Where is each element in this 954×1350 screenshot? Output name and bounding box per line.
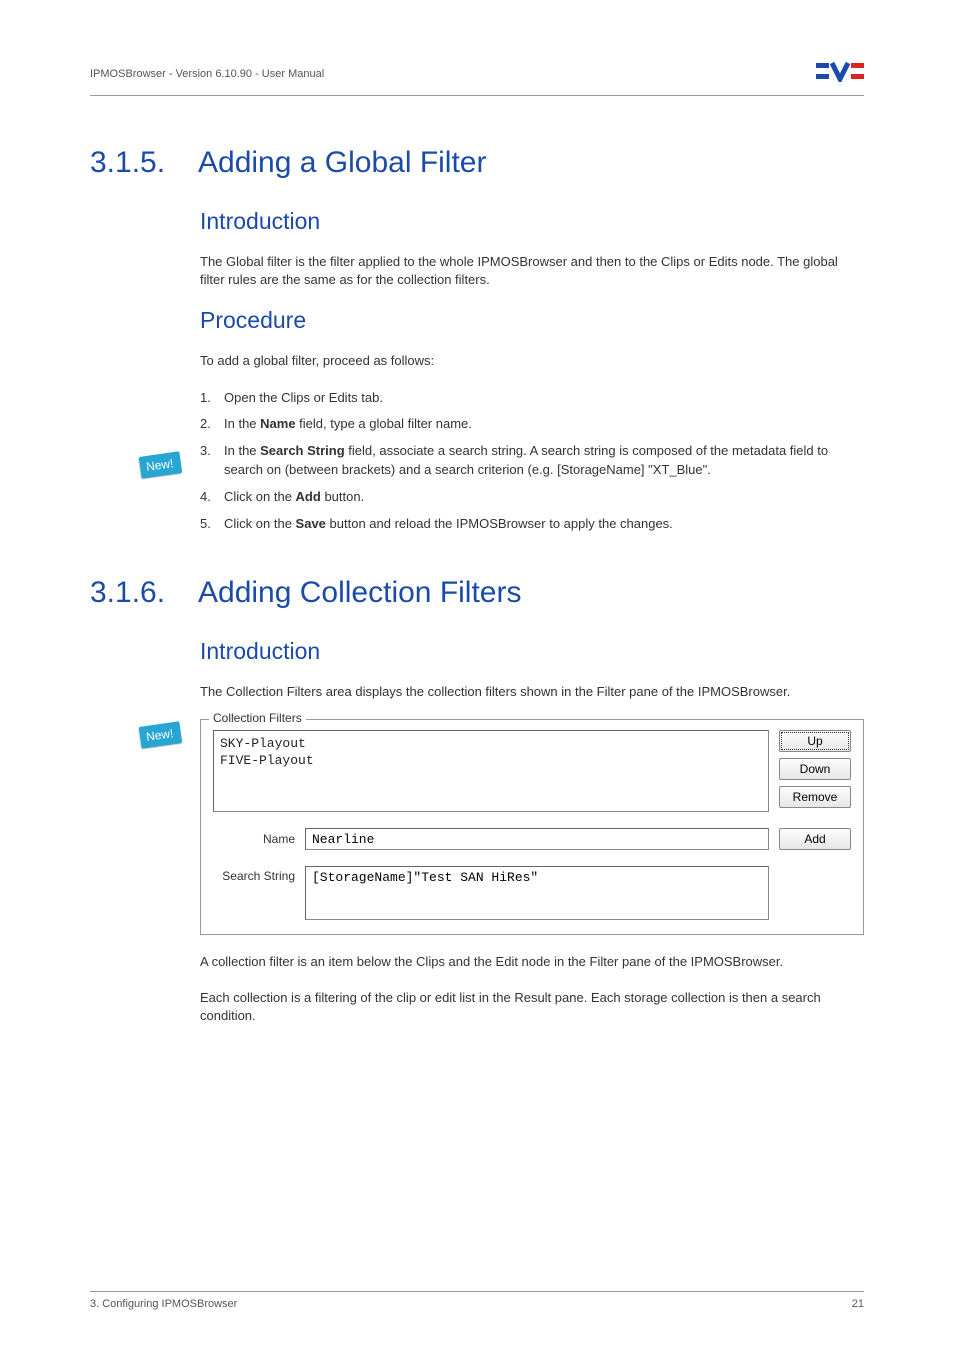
- intro-heading-316: Introduction: [200, 638, 864, 665]
- footer-page-number: 21: [852, 1298, 864, 1310]
- step-5: Click on the Save button and reload the …: [200, 515, 864, 534]
- after-text-2: Each collection is a filtering of the cl…: [200, 989, 864, 1025]
- intro-text-315: The Global filter is the filter applied …: [200, 253, 864, 289]
- list-item[interactable]: SKY-Playout: [220, 735, 762, 753]
- search-string-field[interactable]: [StorageName]"Test SAN HiRes": [305, 866, 769, 920]
- header-left-text: IPMOSBrowser - Version 6.10.90 - User Ma…: [90, 68, 324, 80]
- collection-filters-group: Collection Filters SKY-Playout FIVE-Play…: [200, 719, 864, 935]
- section-315-number: 3.1.5.: [90, 146, 198, 180]
- steps-list-315: Open the Clips or Edits tab. In the Name…: [200, 389, 864, 534]
- collection-filters-legend: Collection Filters: [209, 711, 306, 725]
- name-field[interactable]: Nearline: [305, 828, 769, 850]
- intro-heading-315: Introduction: [200, 208, 864, 235]
- section-315-title: Adding a Global Filter: [198, 146, 487, 179]
- down-button[interactable]: Down: [779, 758, 851, 780]
- after-text-1: A collection filter is an item below the…: [200, 953, 864, 971]
- step-4: Click on the Add button.: [200, 488, 864, 507]
- step-1: Open the Clips or Edits tab.: [200, 389, 864, 408]
- step-2: In the Name field, type a global filter …: [200, 415, 864, 434]
- section-316-title: Adding Collection Filters: [198, 576, 521, 609]
- name-label: Name: [213, 832, 295, 846]
- section-316-heading: 3.1.6.Adding Collection Filters: [90, 576, 864, 610]
- up-button[interactable]: Up: [779, 730, 851, 752]
- section-316-number: 3.1.6.: [90, 576, 198, 610]
- page-header: IPMOSBrowser - Version 6.10.90 - User Ma…: [90, 60, 864, 96]
- new-badge-316: New!: [139, 721, 183, 749]
- add-button[interactable]: Add: [779, 828, 851, 850]
- procedure-lead-315: To add a global filter, proceed as follo…: [200, 352, 864, 370]
- intro-text-316: The Collection Filters area displays the…: [200, 683, 864, 701]
- list-item[interactable]: FIVE-Playout: [220, 752, 762, 770]
- collection-filters-listbox[interactable]: SKY-Playout FIVE-Playout: [213, 730, 769, 812]
- new-badge-315: New!: [139, 451, 183, 479]
- search-string-label: Search String: [213, 866, 295, 883]
- remove-button[interactable]: Remove: [779, 786, 851, 808]
- evs-logo: [816, 60, 864, 87]
- procedure-heading-315: Procedure: [200, 307, 864, 334]
- step-3: In the Search String field, associate a …: [200, 442, 864, 480]
- page-footer: 3. Configuring IPMOSBrowser 21: [90, 1291, 864, 1310]
- section-315-heading: 3.1.5.Adding a Global Filter: [90, 146, 864, 180]
- footer-left: 3. Configuring IPMOSBrowser: [90, 1298, 237, 1310]
